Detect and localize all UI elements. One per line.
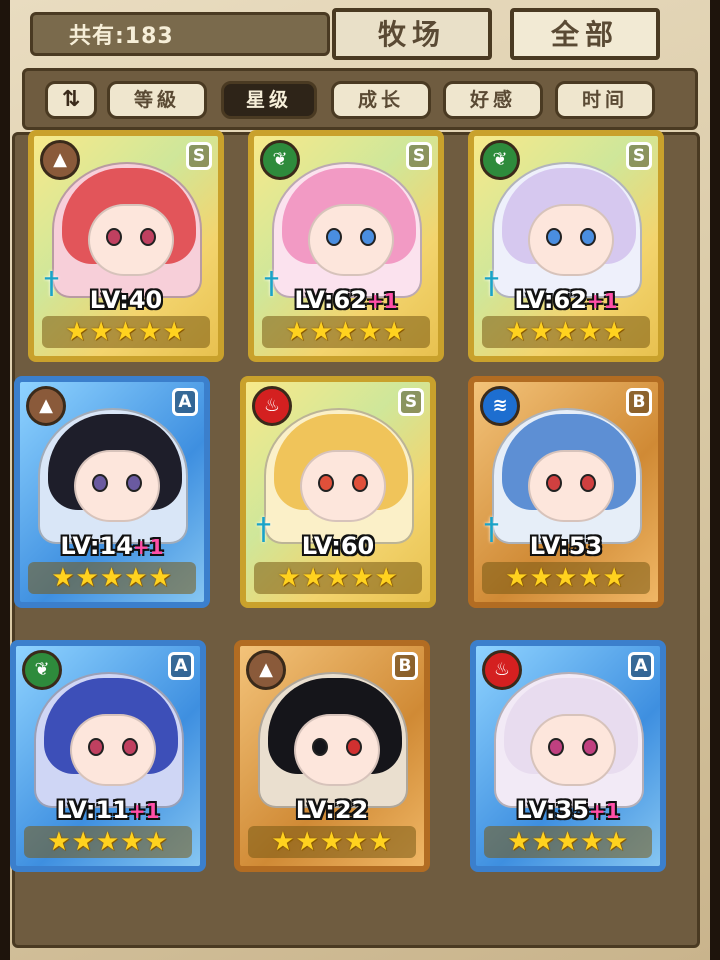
rank-badge: S	[626, 142, 652, 170]
monster-portrait	[492, 162, 642, 298]
monster-card[interactable]: ▲ A LV:14+1 ★★★★★	[14, 376, 210, 608]
level-label: LV:60	[301, 532, 375, 560]
monster-portrait	[494, 672, 644, 808]
sort-toggle-icon[interactable]: ⇅	[45, 81, 97, 119]
monster-card[interactable]: ❦ S † LV:62+1 ★★★★★	[248, 130, 444, 362]
leaf-icon: ❦	[22, 650, 62, 690]
star-rating: ★★★★★	[482, 562, 650, 594]
earth-icon: ▲	[40, 140, 80, 180]
level-label: LV:35+1	[516, 796, 620, 824]
monster-portrait	[258, 672, 408, 808]
top-bar: 共有:183 牧场 全部	[20, 6, 700, 60]
device-bezel-left	[0, 0, 10, 960]
sort-tab-level[interactable]: 等級	[107, 81, 207, 119]
monster-portrait	[264, 408, 414, 544]
filter-all-button[interactable]: 全部	[510, 8, 660, 60]
leaf-icon: ❦	[260, 140, 300, 180]
monster-portrait	[492, 408, 642, 544]
star-rating: ★★★★★	[42, 316, 210, 348]
star-rating: ★★★★★	[24, 826, 192, 858]
level-label: LV:22	[295, 796, 369, 824]
star-rating: ★★★★★	[248, 826, 416, 858]
sort-tab-star[interactable]: 星级	[221, 81, 317, 119]
monster-card[interactable]: ♨ S † LV:60 ★★★★★	[240, 376, 436, 608]
rank-badge: B	[626, 388, 652, 416]
leaf-icon: ❦	[480, 140, 520, 180]
level-label: LV:14+1	[60, 532, 164, 560]
star-rating: ★★★★★	[254, 562, 422, 594]
monster-portrait	[34, 672, 184, 808]
rank-badge: A	[628, 652, 654, 680]
rank-badge: S	[186, 142, 212, 170]
monster-portrait	[52, 162, 202, 298]
sort-tab-growth[interactable]: 成长	[331, 81, 431, 119]
rank-badge: A	[172, 388, 198, 416]
monster-portrait	[272, 162, 422, 298]
sort-tab-time[interactable]: 时间	[555, 81, 655, 119]
fire-icon: ♨	[482, 650, 522, 690]
monster-card[interactable]: ▲ B LV:22 ★★★★★	[234, 640, 430, 872]
earth-icon: ▲	[26, 386, 66, 426]
earth-icon: ▲	[246, 650, 286, 690]
monster-card[interactable]: ▲ S † LV:40 ★★★★★	[28, 130, 224, 362]
sort-bar: ⇅ 等級 星级 成长 好感 时间	[22, 68, 698, 130]
star-rating: ★★★★★	[28, 562, 196, 594]
star-rating: ★★★★★	[262, 316, 430, 348]
sort-tab-affection[interactable]: 好感	[443, 81, 543, 119]
water-icon: ≋	[480, 386, 520, 426]
fire-icon: ♨	[252, 386, 292, 426]
rank-badge: A	[168, 652, 194, 680]
level-label: LV:53	[529, 532, 603, 560]
star-rating: ★★★★★	[484, 826, 652, 858]
level-label: LV:62+1	[294, 286, 398, 314]
ranch-button[interactable]: 牧场	[332, 8, 492, 60]
monster-card[interactable]: ❦ A LV:11+1 ★★★★★	[10, 640, 206, 872]
star-rating: ★★★★★	[482, 316, 650, 348]
monster-card[interactable]: ♨ A LV:35+1 ★★★★★	[470, 640, 666, 872]
rank-badge: S	[406, 142, 432, 170]
monster-portrait	[38, 408, 188, 544]
monster-count: 共有:183	[30, 12, 330, 56]
rank-badge: B	[392, 652, 418, 680]
rank-badge: S	[398, 388, 424, 416]
game-screen: 共有:183 牧场 全部 ⇅ 等級 星级 成长 好感 时间 ▲ S † LV:4…	[0, 0, 720, 960]
device-bezel-right	[710, 0, 720, 960]
level-label: LV:62+1	[514, 286, 618, 314]
level-label: LV:11+1	[56, 796, 160, 824]
level-label: LV:40	[89, 286, 163, 314]
monster-card[interactable]: ❦ S † LV:62+1 ★★★★★	[468, 130, 664, 362]
monster-card[interactable]: ≋ B † LV:53 ★★★★★	[468, 376, 664, 608]
